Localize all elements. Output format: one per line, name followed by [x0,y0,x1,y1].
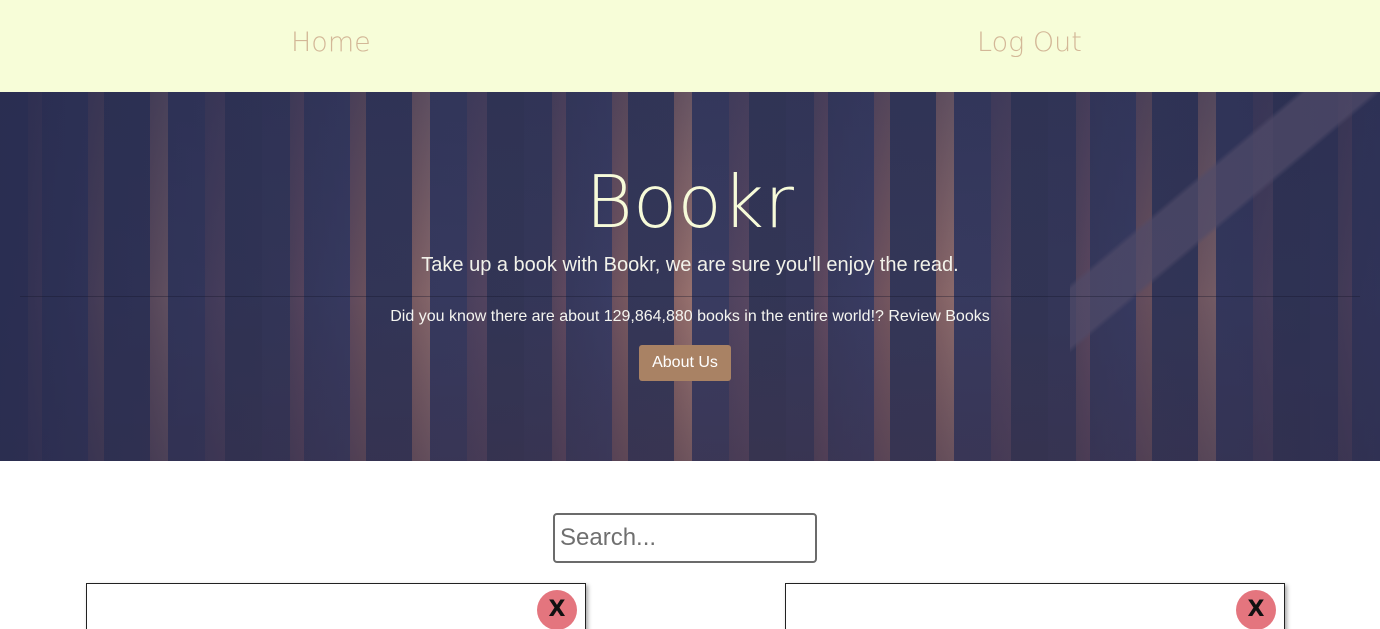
book-card: X [785,583,1285,629]
nav-home-link[interactable]: Home [291,27,371,58]
hero-banner: Bookr Take up a book with Bookr, we are … [0,92,1380,461]
hero-subtitle: Take up a book with Bookr, we are sure y… [421,254,959,276]
close-button[interactable]: X [1236,590,1276,629]
about-us-button[interactable]: About Us [639,345,731,381]
search-input[interactable] [553,513,817,563]
close-button[interactable]: X [537,590,577,629]
hero-divider [20,296,1360,297]
hero-title: Bookr [585,160,795,244]
hero-fact-text: Did you know there are about 129,864,880… [390,308,990,325]
book-card: X [86,583,586,629]
nav-logout-link[interactable]: Log Out [977,27,1082,58]
top-navbar: Home Log Out [0,0,1380,92]
